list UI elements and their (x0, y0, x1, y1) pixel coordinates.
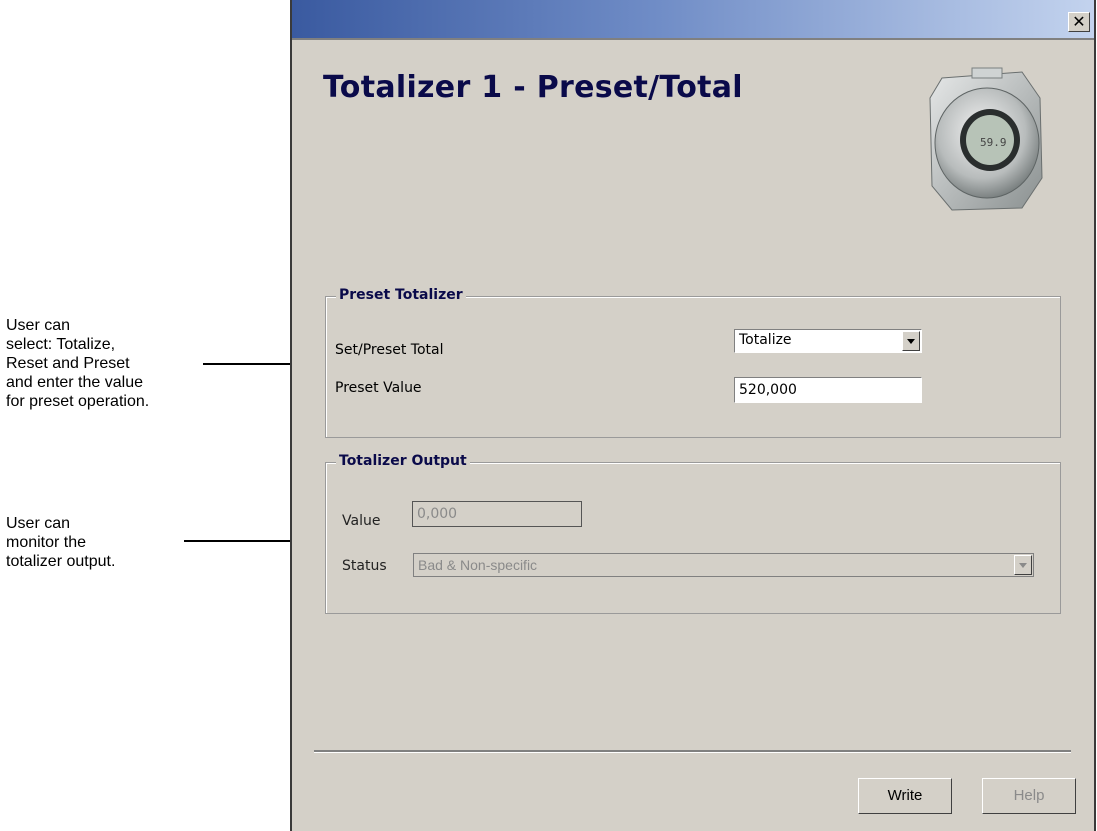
annotation-line: totalizer output. (6, 553, 116, 570)
annotation-line: select: Totalize, (6, 336, 116, 353)
value-label: Value (342, 513, 381, 529)
status-label: Status (342, 558, 387, 574)
write-button[interactable]: Write (858, 778, 952, 814)
page-title: Totalizer 1 - Preset/Total (323, 70, 743, 105)
preset-totalizer-group: Preset Totalizer Set/Preset Total Totali… (325, 287, 1061, 438)
group-title: Totalizer Output (336, 453, 470, 469)
output-annotation: User can monitor the totalizer output. (6, 514, 115, 571)
output-value-field: 0,000 (412, 501, 582, 527)
status-select: Bad & Non-specific (413, 553, 1034, 577)
help-button[interactable]: Help (982, 778, 1076, 814)
annotation-line: for preset operation. (6, 393, 150, 410)
annotation-line: and enter the value (6, 374, 143, 391)
footer-divider (314, 750, 1071, 753)
status-value: Bad & Non-specific (418, 557, 538, 573)
annotation-line: User can (6, 317, 71, 334)
close-icon: ✕ (1072, 12, 1086, 31)
close-button[interactable]: ✕ (1068, 12, 1090, 32)
annotation-line: Reset and Preset (6, 355, 130, 372)
preset-value-input[interactable]: 520,000 (734, 377, 922, 403)
totalizer-output-group: Totalizer Output Value 0,000 Status Bad … (325, 453, 1061, 614)
group-title: Preset Totalizer (336, 287, 466, 303)
device-display-text: 59.9 (980, 136, 1007, 149)
preset-value-label: Preset Value (335, 380, 422, 396)
set-preset-total-select[interactable]: Totalize (734, 329, 922, 353)
title-bar: ✕ (292, 0, 1094, 38)
annotation-line: monitor the (6, 534, 87, 551)
transmitter-device-image: 59.9 (922, 58, 1052, 213)
dialog-window: ✕ Totalizer 1 - Preset/Total 59.9 Preset… (290, 0, 1096, 831)
chevron-down-icon[interactable] (902, 331, 920, 351)
annotation-line: User can (6, 515, 71, 532)
preset-annotation: User can select: Totalize, Reset and Pre… (6, 316, 149, 411)
chevron-down-icon (1014, 555, 1032, 575)
set-preset-total-label: Set/Preset Total (335, 342, 444, 358)
selected-value: Totalize (739, 332, 792, 348)
